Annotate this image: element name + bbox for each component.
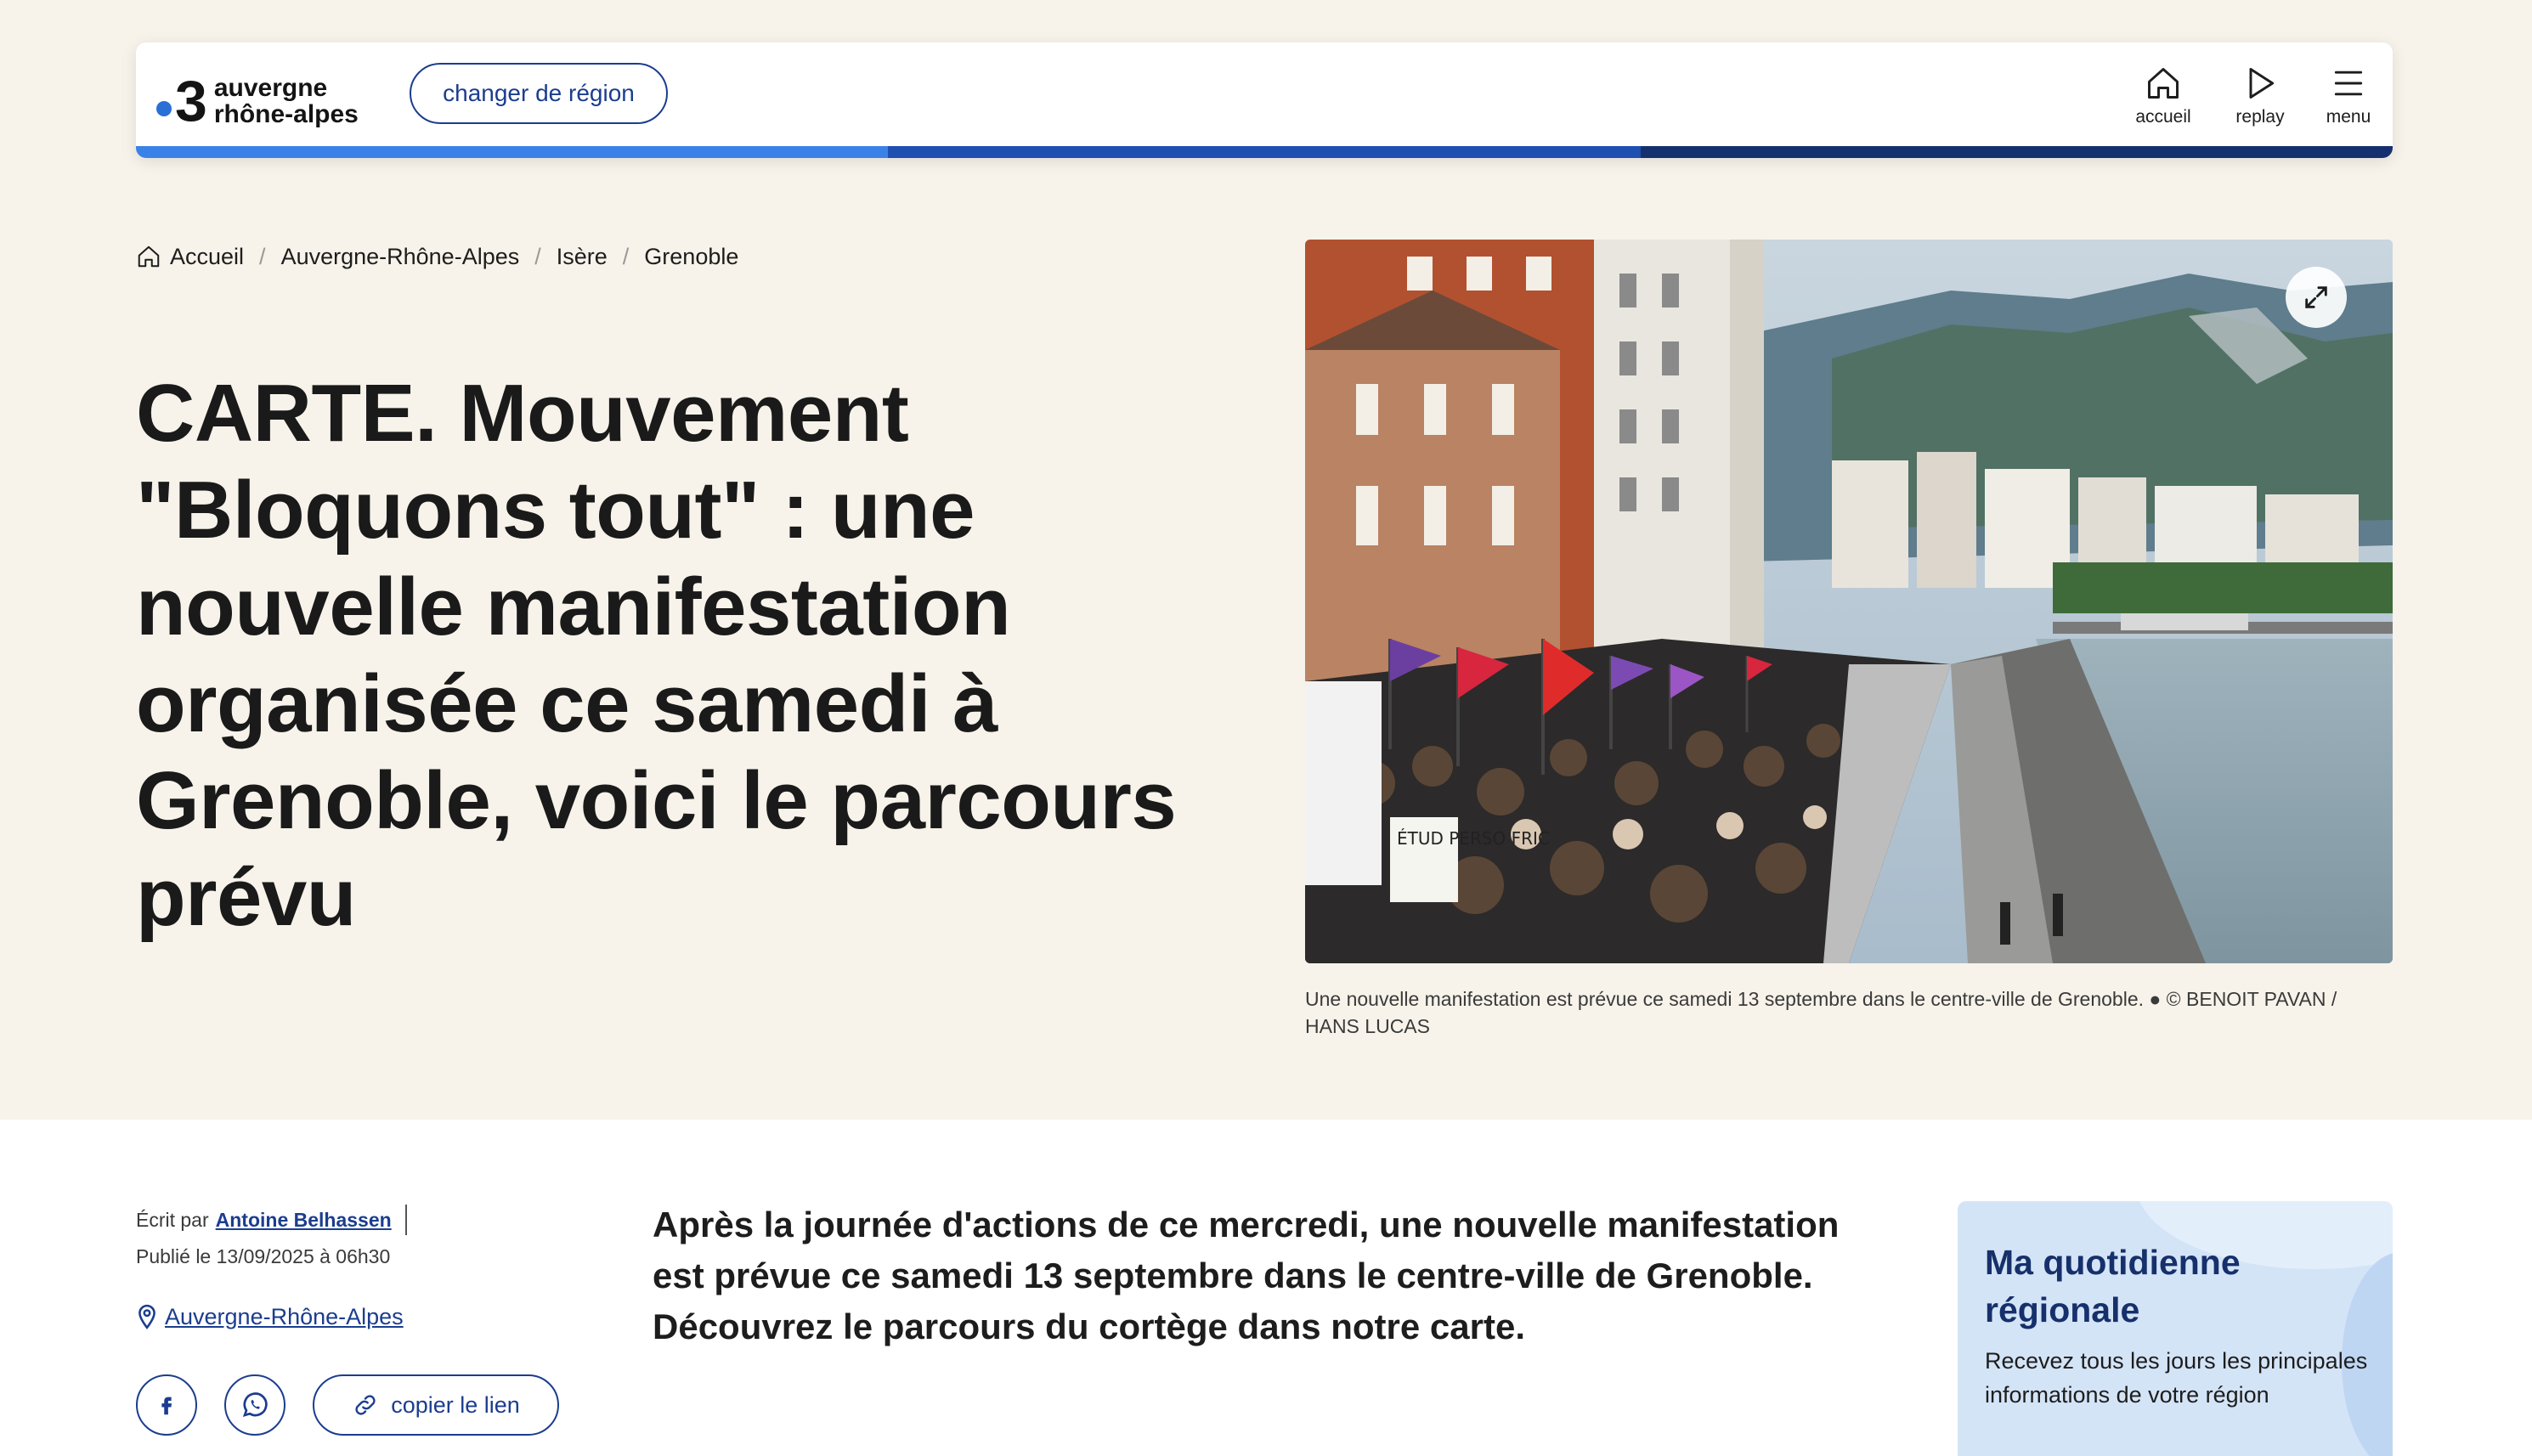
newsletter-title: Ma quotidienne régionale [1985,1243,2241,1329]
menu-icon [2334,71,2363,96]
site-header: 3 auvergne rhône-alpes changer de région… [136,42,2393,158]
breadcrumb-department[interactable]: Isère [557,244,608,270]
france3-logo[interactable]: 3 auvergne rhône-alpes [156,68,360,134]
publish-date: Publié le 13/09/2025 à 06h30 [136,1245,391,1267]
location-link[interactable]: Auvergne-Rhône-Alpes [136,1301,404,1332]
nav-replay-label: replay [2235,107,2285,127]
home-icon [2148,68,2179,99]
link-icon [355,1395,376,1415]
logo-region-name: auvergne rhône-alpes [214,75,359,127]
logo-number: 3 [175,69,207,133]
header-color-bar [136,146,2393,158]
nav-menu[interactable]: menu [2308,65,2389,136]
logo-line1: auvergne [213,74,328,102]
demonstration-photo-illustration: ÉTUD PERSO FRIC [1305,240,2393,963]
copy-link-label: copier le lien [391,1391,520,1418]
article-title: CARTE. Mouvement "Bloquons tout" : une n… [136,368,1177,943]
newsletter-card[interactable]: Ma quotidienne régionale Recevez tous le… [1958,1201,2393,1456]
share-whatsapp-button[interactable] [224,1374,285,1436]
location-label: Auvergne-Rhône-Alpes [165,1303,404,1329]
breadcrumb-separator: / [259,243,266,269]
nav-accueil[interactable]: accueil [2122,65,2204,136]
breadcrumb-accueil[interactable]: Accueil [170,244,244,270]
breadcrumb-separator: / [534,243,541,269]
author-divider [404,1205,407,1235]
copy-link-button[interactable]: copier le lien [313,1374,559,1436]
breadcrumb: Accueil / Auvergne-Rhône-Alpes / Isère /… [136,240,738,274]
nav-menu-label: menu [2326,107,2371,127]
photo-caption: Une nouvelle manifestation est prévue ce… [1305,988,2337,1037]
logo-line2: rhône-alpes [213,100,359,128]
newsletter-description: Recevez tous les jours les principales i… [1985,1348,2368,1408]
nav-accueil-label: accueil [2135,107,2191,127]
photo-sign-text: ÉTUD PERSO FRIC [1397,828,1550,849]
article-photo[interactable]: ÉTUD PERSO FRIC [1305,240,2393,963]
breadcrumb-region[interactable]: Auvergne-Rhône-Alpes [281,244,520,270]
share-facebook-button[interactable] [136,1374,197,1436]
breadcrumb-separator: / [622,243,630,269]
expand-photo-button[interactable] [2286,267,2347,328]
nav-replay[interactable]: replay [2219,65,2301,136]
breadcrumb-city[interactable]: Grenoble [644,244,738,270]
whatsapp-icon [242,1392,268,1418]
logo-dot [156,101,172,116]
facebook-icon [161,1397,172,1415]
change-region-button[interactable]: changer de région [410,63,668,124]
article-lead: Après la journée d'actions de ce mercred… [653,1205,1840,1346]
home-icon [138,245,160,268]
author-link[interactable]: Antoine Belhassen [216,1209,392,1232]
play-icon [2249,68,2275,99]
location-pin-icon [138,1304,155,1329]
author-prefix: Écrit par [136,1208,209,1231]
author-line: Écrit par Antoine Belhassen [136,1205,407,1235]
expand-icon [2305,286,2327,308]
